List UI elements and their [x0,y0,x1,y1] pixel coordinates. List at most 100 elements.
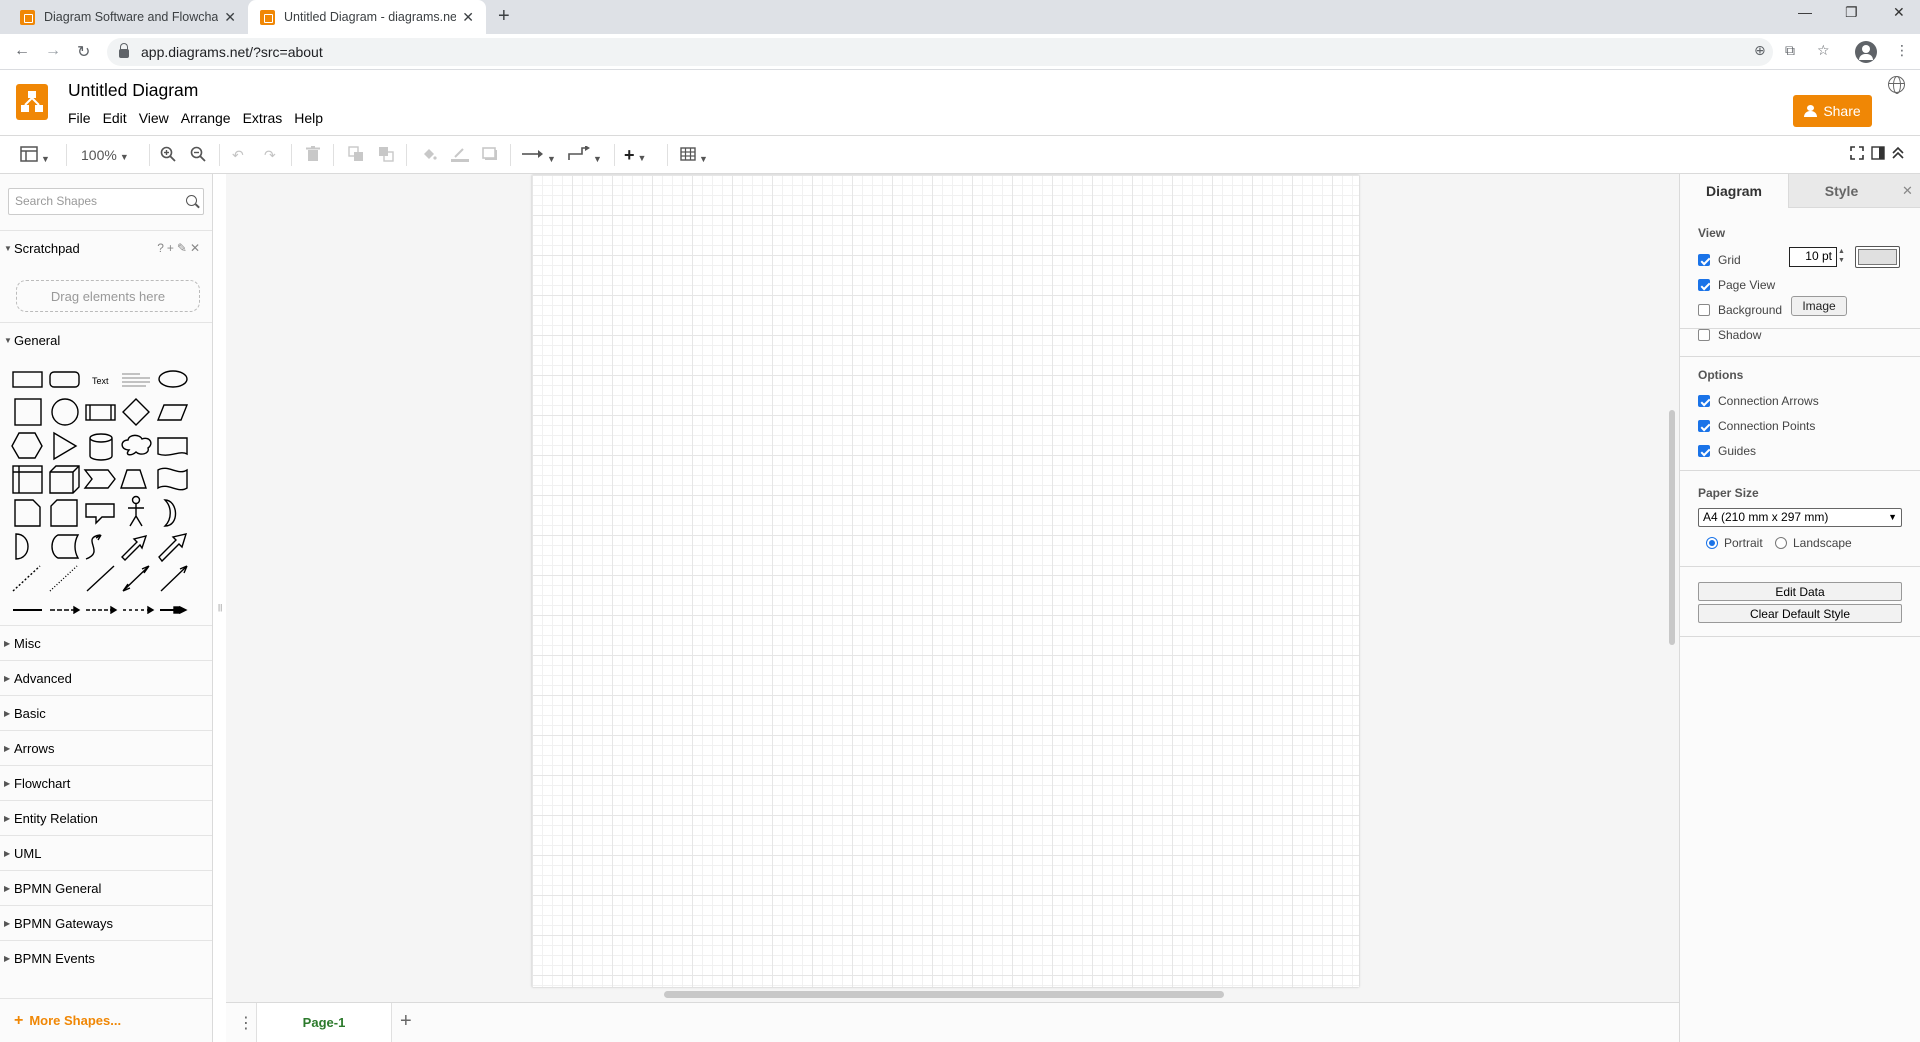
grid-color-swatch[interactable] [1855,246,1900,268]
connection-points-row[interactable]: Connection Points [1698,419,1815,433]
sidebar-section-misc[interactable]: ▶ Misc [0,625,212,660]
grid-size-input[interactable]: 10 pt [1789,247,1837,267]
vertical-scrollbar[interactable] [1669,410,1675,645]
landscape-radio[interactable] [1775,537,1787,549]
grid-checkbox[interactable] [1698,254,1710,266]
browser-menu-icon[interactable]: ⋮ [1895,42,1909,59]
menu-extras[interactable]: Extras [243,110,283,126]
sidebar-section-bpmn-general[interactable]: ▶ BPMN General [0,870,212,905]
fill-color-icon[interactable] [421,146,437,164]
panels-layout-icon[interactable]: ▼ [20,146,50,164]
back-arrow-icon[interactable]: ← [14,42,30,60]
scratchpad-drop-zone[interactable]: Drag elements here [16,280,200,312]
to-front-icon[interactable] [348,146,364,164]
search-icon[interactable] [186,195,197,206]
background-image-button[interactable]: Image [1791,296,1847,316]
grid-size-spinner-icon[interactable]: ▲ ▼ [1838,247,1845,265]
sidebar-section-basic[interactable]: ▶ Basic [0,695,212,730]
tab-diagram[interactable]: Diagram [1680,174,1788,208]
shadow-checkbox[interactable] [1698,329,1710,341]
menu-arrange[interactable]: Arrange [181,110,231,126]
bookmark-star-icon[interactable]: ☆ [1817,42,1830,59]
search-shapes-input[interactable]: Search Shapes [8,188,204,215]
shadow-icon[interactable] [482,146,498,164]
connection-arrows-checkbox[interactable] [1698,395,1710,407]
table-icon[interactable]: ▼ [680,146,708,164]
menu-view[interactable]: View [139,110,169,126]
zoom-out-icon[interactable] [190,146,206,164]
sidebar-section-bpmn-gateways[interactable]: ▶ BPMN Gateways [0,905,212,940]
share-button[interactable]: Share [1793,95,1872,127]
fullscreen-icon[interactable] [1850,146,1864,164]
horizontal-scrollbar[interactable] [664,991,1224,998]
redo-icon[interactable]: ↷ [264,146,276,164]
new-tab-plus-icon[interactable]: + [498,6,510,26]
delete-trash-icon[interactable] [306,146,320,164]
window-close-icon[interactable]: ✕ [1893,4,1905,21]
sidebar-section-advanced[interactable]: ▶ Advanced [0,660,212,695]
language-globe-icon[interactable] [1888,76,1905,94]
connection-points-checkbox[interactable] [1698,420,1710,432]
zoom-in-icon[interactable] [160,146,176,164]
sidebar-section-flowchart[interactable]: ▶ Flowchart [0,765,212,800]
to-back-icon[interactable] [378,146,394,164]
restore-icon[interactable]: ❐ [1845,4,1858,21]
line-color-icon[interactable] [451,146,469,164]
install-app-icon[interactable]: ⊕ [1754,42,1766,59]
portrait-radio[interactable] [1706,537,1718,549]
scratchpad-header[interactable]: ▼ Scratchpad ?+✎✕ [0,230,212,265]
sidebar-section-bpmn-events[interactable]: ▶ BPMN Events [0,940,212,975]
url-omnibox[interactable]: app.diagrams.net/?src=about [107,38,1773,66]
clear-default-style-button[interactable]: Clear Default Style [1698,604,1902,623]
forward-arrow-icon[interactable]: → [45,42,61,60]
close-icon[interactable]: ✕ [462,9,474,26]
page-tab-1[interactable]: Page-1 [256,1003,392,1042]
minimize-icon[interactable]: — [1798,4,1812,20]
edit-data-button[interactable]: Edit Data [1698,582,1902,601]
waypoints-icon[interactable]: ▼ [568,145,602,164]
menu-help[interactable]: Help [294,110,323,126]
tab-style[interactable]: Style [1788,174,1894,208]
zoom-dropdown[interactable]: 100% ▼ [81,146,129,164]
diagram-canvas[interactable] [226,174,1679,1002]
more-shapes-button[interactable]: + More Shapes... [0,998,212,1042]
paper-size-select[interactable]: A4 (210 mm x 297 mm) ▼ [1698,508,1902,527]
portrait-radio-row[interactable]: Portrait [1706,536,1763,550]
connection-style-icon[interactable]: ▼ [522,146,556,164]
sidebar-section-arrows[interactable]: ▶ Arrows [0,730,212,765]
reload-icon[interactable]: ↻ [77,42,90,62]
grid-checkbox-row[interactable]: Grid [1698,253,1741,267]
page-view-checkbox[interactable] [1698,279,1710,291]
diagram-title[interactable]: Untitled Diagram [68,80,198,101]
shadow-checkbox-row[interactable]: Shadow [1698,328,1761,342]
insert-plus-icon[interactable]: + ▼ [624,146,646,164]
landscape-radio-row[interactable]: Landscape [1775,536,1852,550]
scratchpad-tools-icons[interactable]: ?+✎✕ [157,241,203,255]
sidebar-section-entity-relation[interactable]: ▶ Entity Relation [0,800,212,835]
browser-tab-untitled-diagram[interactable]: Untitled Diagram - diagrams.net ✕ [248,0,486,34]
background-checkbox-row[interactable]: Background [1698,303,1782,317]
format-panel-toggle-icon[interactable] [1871,146,1885,164]
pages-menu-icon[interactable]: ⋮ [238,1013,254,1033]
background-checkbox[interactable] [1698,304,1710,316]
translate-icon[interactable]: ⧉ [1785,42,1795,59]
menu-file[interactable]: File [68,110,91,126]
page-view-checkbox-row[interactable]: Page View [1698,278,1775,292]
sidebar-section-uml[interactable]: ▶ UML [0,835,212,870]
guides-checkbox[interactable] [1698,445,1710,457]
browser-tab-diagram-software[interactable]: Diagram Software and Flowchart Maker ✕ [8,0,248,34]
general-header[interactable]: ▼ General [0,322,212,357]
connection-arrows-row[interactable]: Connection Arrows [1698,394,1819,408]
lock-icon[interactable] [119,43,129,58]
collapse-chevron-up-icon[interactable] [1891,146,1905,164]
close-icon[interactable]: ✕ [224,9,236,26]
undo-icon[interactable]: ↶ [232,146,244,164]
drawio-logo-icon[interactable] [16,84,48,120]
menu-edit[interactable]: Edit [103,110,127,126]
diagram-page[interactable] [532,175,1359,987]
sidebar-splitter-handle[interactable]: || [218,603,222,612]
guides-row[interactable]: Guides [1698,444,1756,458]
add-page-plus-icon[interactable]: + [400,1010,412,1033]
close-icon[interactable]: ✕ [1894,174,1920,208]
general-shapes-svg[interactable]: Text [10,364,205,614]
